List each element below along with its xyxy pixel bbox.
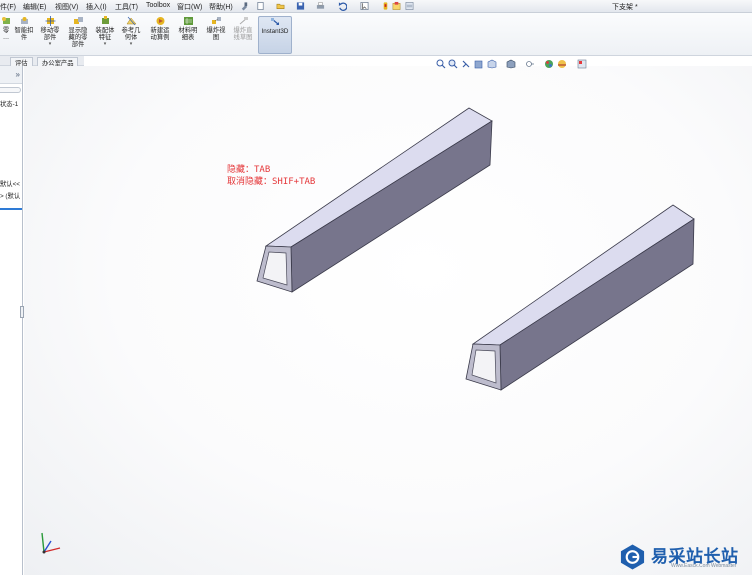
apply-scene-icon[interactable] (557, 59, 567, 69)
cmd-exploded-view[interactable]: 爆炸视 图 (204, 16, 228, 41)
options-icon[interactable] (405, 1, 414, 11)
feature-manager-tree: » 状态-1 默认<< > (默认 (0, 66, 24, 575)
save-icon[interactable] (296, 1, 305, 11)
cmd-smart-fasteners[interactable]: 智能扣 件 (13, 16, 35, 41)
expand-panel-icon[interactable]: » (16, 70, 20, 79)
explode-line-sketch-icon (239, 17, 248, 25)
menu-tools[interactable]: 工具(T) (115, 2, 138, 12)
cmd-label: 新建运 动算例 (150, 27, 170, 41)
menu-toolbox[interactable]: Toolbox (146, 2, 170, 9)
tube-2-side-face (499, 218, 695, 391)
unhide-shortcut-note: 取消隐藏：SHIF+TAB (227, 177, 316, 187)
configuration-text[interactable]: 状态-1 (0, 99, 18, 108)
cmd-instant3d[interactable]: Instant3D (258, 16, 292, 54)
watermark-logo-icon (620, 544, 645, 570)
previous-view-icon[interactable] (461, 59, 471, 69)
display-style-icon[interactable] (506, 59, 516, 69)
tab-evaluate[interactable]: 评估 (10, 57, 33, 67)
view-settings-icon[interactable] (577, 59, 587, 69)
menu-view[interactable]: 视图(V) (55, 2, 78, 12)
rebuild-icon[interactable] (381, 1, 390, 11)
menu-window[interactable]: 窗口(W) (177, 2, 202, 12)
zoom-to-area-icon[interactable] (448, 59, 458, 69)
dropdown-arrow-icon[interactable]: ▾ (94, 41, 116, 48)
smart-fasteners-icon (20, 17, 28, 24)
instant3d-icon (270, 18, 279, 25)
cmd-explode-line-sketch[interactable]: 爆炸直 线草图 (230, 16, 256, 41)
model-geometry (256, 107, 695, 391)
select-icon[interactable] (360, 1, 369, 11)
cmd-insert-component[interactable]: 零 … (0, 16, 12, 41)
cmd-label: 爆炸视 图 (206, 27, 226, 41)
edit-appearance-icon[interactable] (544, 59, 554, 69)
cmd-label: 装配体 特征 (95, 27, 115, 41)
feature-tree-header: » (0, 66, 22, 84)
menu-insert[interactable]: 插入(I) (86, 2, 107, 12)
menu-help[interactable]: 帮助(H) (209, 2, 233, 12)
cmd-label: 智能扣 件 (14, 27, 34, 41)
cmd-label: 参考几 何体 (121, 27, 141, 41)
menu-edit[interactable]: 编辑(E) (23, 2, 46, 12)
file-properties-icon[interactable] (392, 1, 401, 11)
move-component-icon (45, 16, 55, 26)
dropdown-arrow-icon[interactable]: ▾ (120, 41, 142, 48)
graphics-viewport[interactable]: 隐藏：TAB 取消隐藏：SHIF+TAB (24, 66, 752, 575)
cmd-label: 显示隐 藏的零 部件 (68, 27, 88, 48)
cmd-label: 移动零 部件 (40, 27, 60, 41)
tree-item-component[interactable]: > (默认 (0, 191, 20, 200)
assembly-features-icon (101, 16, 109, 24)
view-orientation-icon[interactable] (487, 59, 497, 69)
tube-1-side-face (290, 120, 493, 293)
cmd-show-hidden-components[interactable]: 显示隐 藏的零 部件 (66, 16, 90, 48)
command-tabs: 评估 办公室产品 (0, 56, 84, 67)
watermark: 易采站长站 Www.Easck.Com Webmaster (617, 541, 752, 575)
menu-file[interactable]: 件(F) (0, 2, 16, 12)
document-title: 下支架 * (612, 4, 638, 11)
motion-study-icon (156, 17, 164, 25)
hide-show-items-icon[interactable] (525, 59, 535, 69)
cmd-label: Instant3D (261, 28, 289, 35)
watermark-subtitle: Www.Easck.Com Webmaster (671, 563, 737, 569)
menu-bar: 件(F) 编辑(E) 视图(V) 插入(I) 工具(T) Toolbox 窗口(… (0, 0, 752, 13)
reference-geometry-icon (126, 16, 137, 26)
dropdown-arrow-icon[interactable]: ▾ (38, 41, 62, 48)
exploded-view-icon (211, 17, 221, 24)
section-view-icon[interactable] (474, 59, 484, 69)
cmd-new-motion-study[interactable]: 新建运 动算例 (148, 16, 172, 41)
zoom-to-fit-icon[interactable] (436, 59, 446, 69)
open-folder-icon[interactable] (276, 1, 285, 11)
command-manager: 零 … 智能扣 件 移动零 部件 ▾ 显示隐 藏的零 部件 装配体 特征 ▾ 参… (0, 13, 752, 56)
cmd-bill-of-materials[interactable]: 材料明 细表 (176, 16, 200, 41)
new-document-icon[interactable] (256, 1, 265, 11)
cmd-label: 材料明 细表 (178, 27, 198, 41)
tree-selection-bar (0, 208, 22, 210)
cmd-label: 爆炸直 线草图 (233, 27, 253, 41)
reference-triad-icon (41, 532, 61, 554)
bill-of-materials-icon (183, 17, 193, 25)
component-icon (1, 17, 10, 24)
tree-item-default[interactable]: 默认<< (0, 179, 20, 188)
cmd-label: 零 … (2, 27, 10, 41)
print-icon[interactable] (316, 1, 325, 11)
show-hidden-icon (73, 17, 83, 24)
undo-icon[interactable] (338, 1, 347, 11)
cmd-move-component[interactable]: 移动零 部件 ▾ (38, 16, 62, 48)
square-tube-1[interactable] (256, 107, 493, 293)
cmd-assembly-features[interactable]: 装配体 特征 ▾ (94, 16, 116, 48)
pin-icon[interactable] (240, 1, 249, 11)
feature-tree-filter[interactable] (0, 87, 21, 93)
square-tube-2[interactable] (465, 204, 695, 391)
tab-office-products[interactable]: 办公室产品 (37, 57, 79, 67)
cmd-reference-geometry[interactable]: 参考几 何体 ▾ (120, 16, 142, 48)
